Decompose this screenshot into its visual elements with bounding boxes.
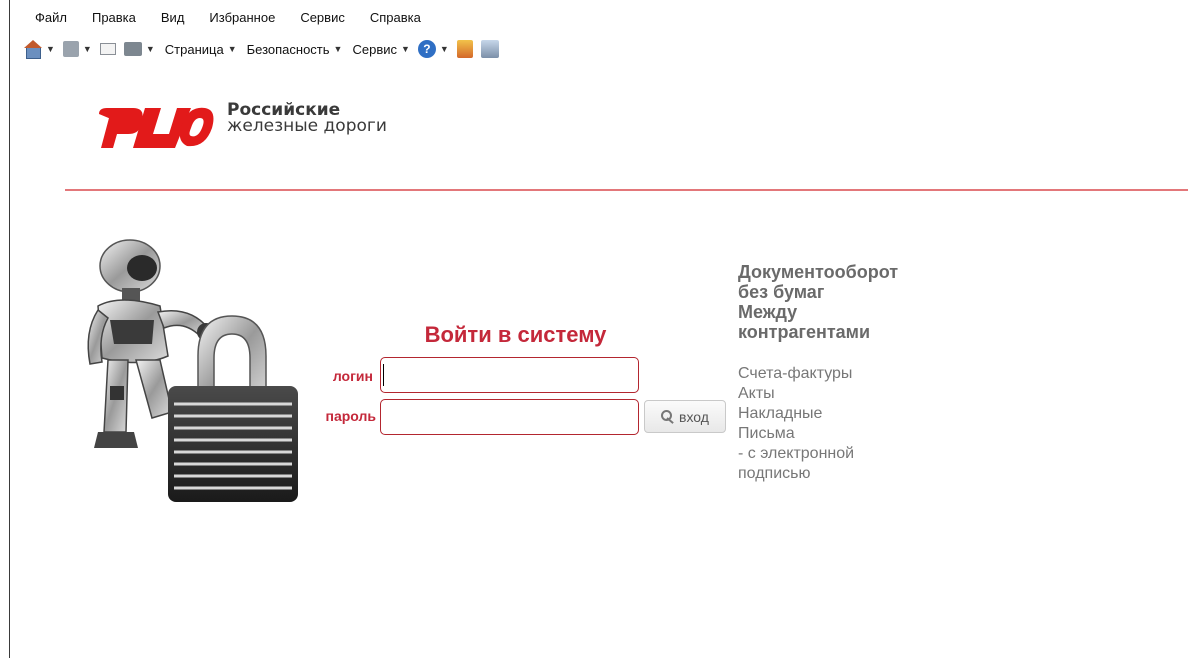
read-mail-button[interactable] — [99, 43, 116, 55]
password-input[interactable] — [380, 399, 639, 435]
printer-icon — [123, 42, 142, 56]
page-menu-label: Страница — [164, 41, 224, 57]
login-button[interactable]: вход — [644, 400, 726, 433]
chevron-down-icon: ▼ — [401, 44, 410, 54]
promo-list-item: подписью — [738, 465, 811, 482]
browser-chrome: Файл Правка Вид Избранное Сервис Справка… — [10, 0, 1188, 66]
login-title: Войти в систему — [424, 322, 607, 347]
tools-menu-label: Сервис — [352, 41, 397, 57]
promo-list-item: Письма — [738, 425, 795, 442]
help-menu[interactable]: ? ▼ — [417, 40, 449, 58]
promo-list-item: Накладные — [738, 405, 823, 422]
rss-feed-icon — [62, 41, 79, 57]
login-label: логин — [332, 368, 373, 384]
promo-list-item: Акты — [738, 385, 775, 402]
chevron-down-icon[interactable]: ▼ — [83, 44, 92, 54]
menu-bar: Файл Правка Вид Избранное Сервис Справка — [10, 8, 421, 28]
page-menu[interactable]: Страница ▼ — [163, 42, 237, 57]
rzd-logo[interactable]: Российские железные дороги — [95, 100, 387, 150]
promo-list-item: - с электронной — [738, 445, 855, 462]
menu-view[interactable]: Вид — [136, 8, 185, 28]
menu-edit[interactable]: Правка — [67, 8, 136, 28]
promo-headline-line: Документооборот — [738, 262, 899, 282]
security-menu[interactable]: Безопасность ▼ — [245, 42, 343, 57]
login-button-label: вход — [679, 408, 709, 425]
promo-headline-line: контрагентами — [738, 322, 871, 342]
promo-list-item: Счета-фактуры — [738, 365, 853, 382]
rzd-logo-text: Российские железные дороги — [227, 102, 387, 136]
command-bar: ▼ ▼ ▼ Страница ▼ Безопасность ▼ Сервис ▼… — [10, 37, 507, 61]
mail-icon — [99, 43, 116, 55]
feeds-button[interactable]: ▼ — [62, 41, 92, 57]
home-button[interactable]: ▼ — [24, 40, 55, 59]
robot-padlock-illustration — [87, 239, 298, 502]
menu-help[interactable]: Справка — [345, 8, 421, 28]
chevron-down-icon: ▼ — [227, 44, 237, 54]
window-left-border — [9, 0, 10, 658]
rzd-logo-mark-icon — [99, 107, 214, 148]
promo-panel: Документооборот без бумаг Между контраге… — [738, 262, 958, 484]
print-button[interactable]: ▼ — [123, 42, 155, 56]
chevron-down-icon[interactable]: ▼ — [46, 44, 55, 54]
logo-line-2: железные дороги — [227, 116, 387, 136]
promo-headline-line: без бумаг — [738, 282, 825, 302]
chevron-down-icon: ▼ — [439, 44, 449, 54]
promo-headline: Документооборот без бумаг Между контраге… — [738, 262, 958, 342]
extension-button-1[interactable] — [456, 40, 473, 58]
password-label: пароль — [325, 408, 377, 424]
menu-favorites[interactable]: Избранное — [184, 8, 275, 28]
menu-file[interactable]: Файл — [10, 8, 67, 28]
help-icon: ? — [417, 40, 436, 58]
tools-menu[interactable]: Сервис ▼ — [350, 42, 409, 57]
login-input[interactable] — [380, 357, 639, 393]
chevron-down-icon[interactable]: ▼ — [146, 44, 155, 54]
security-menu-label: Безопасность — [246, 41, 330, 57]
promo-headline-line: Между — [738, 302, 798, 322]
research-icon — [480, 40, 499, 58]
extension-button-2[interactable] — [480, 40, 499, 58]
key-icon — [661, 409, 675, 424]
addon-icon — [456, 40, 473, 58]
text-cursor — [383, 364, 384, 386]
menu-tools[interactable]: Сервис — [275, 8, 345, 28]
header-divider — [65, 189, 1188, 191]
promo-document-list: Счета-фактуры Акты Накладные Письма - с … — [738, 364, 958, 484]
chevron-down-icon: ▼ — [333, 44, 343, 54]
home-icon — [24, 40, 42, 59]
